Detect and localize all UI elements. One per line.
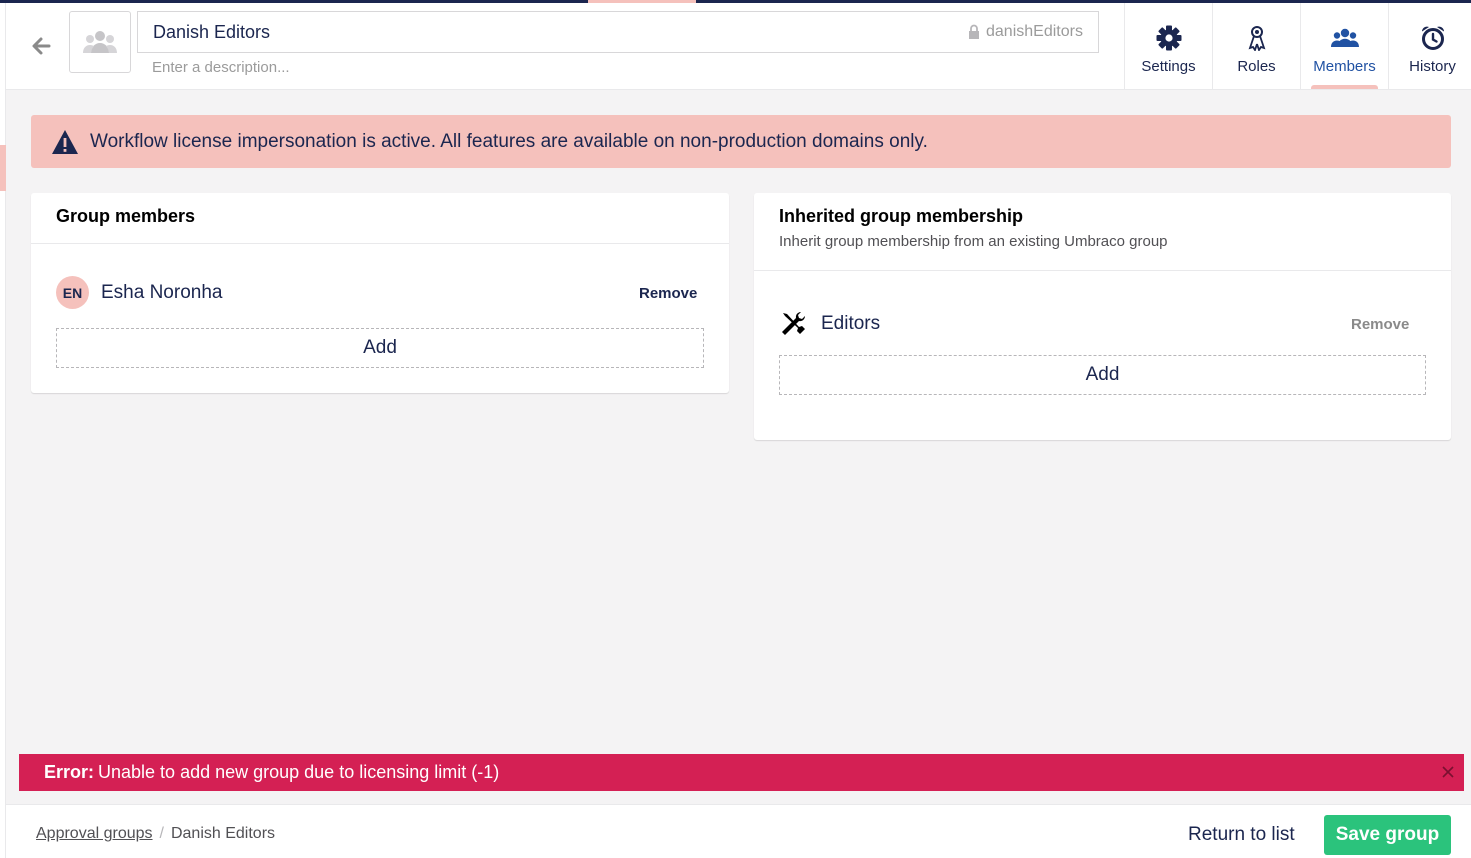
users-icon	[1330, 24, 1359, 52]
group-members-header: Group members	[31, 193, 729, 244]
tab-roles[interactable]: Roles	[1212, 3, 1300, 89]
error-prefix: Error:	[44, 762, 95, 782]
member-name: Esha Noronha	[101, 281, 223, 303]
alias-text: danishEditors	[986, 23, 1083, 40]
lock-icon	[969, 24, 979, 39]
editor-tabs: Settings Roles Members History	[1124, 3, 1471, 89]
save-group-button[interactable]: Save group	[1324, 815, 1451, 855]
close-icon[interactable]	[1440, 764, 1456, 780]
banner-text: Workflow license impersonation is active…	[90, 130, 928, 152]
inherited-header: Inherited group membership Inherit group…	[754, 193, 1451, 271]
breadcrumb-current: Danish Editors	[170, 825, 276, 842]
inherited-group-name: Editors	[821, 313, 881, 334]
tools-icon	[782, 311, 806, 335]
inherited-subtitle: Inherit group membership from an existin…	[779, 233, 1168, 250]
inherited-title: Inherited group membership	[779, 206, 1024, 226]
group-icon-picker[interactable]	[69, 11, 131, 73]
left-edge	[0, 3, 6, 858]
tab-members-label: Members	[1313, 58, 1376, 75]
list-item: EN Esha Noronha	[56, 276, 222, 309]
tab-history[interactable]: History	[1388, 3, 1471, 89]
add-inherited-button[interactable]: Add	[779, 355, 1426, 395]
group-members-title: Group members	[56, 206, 196, 226]
error-notification: Error: Unable to add new group due to li…	[19, 754, 1464, 791]
tab-members[interactable]: Members	[1300, 3, 1388, 89]
breadcrumb-approval-groups[interactable]: Approval groups	[36, 825, 153, 843]
tab-roles-label: Roles	[1237, 58, 1276, 75]
tab-settings-label: Settings	[1141, 58, 1196, 75]
editor-header: danishEditors Settings	[6, 3, 1471, 90]
license-warning-banner: Workflow license impersonation is active…	[31, 115, 1451, 168]
alarm-clock-icon	[1419, 24, 1447, 52]
editor-footer: Approval groups / Danish Editors Return …	[6, 804, 1471, 858]
breadcrumb-separator: /	[159, 825, 164, 842]
group-name-input[interactable]	[137, 11, 1099, 53]
alias-field[interactable]: danishEditors	[968, 21, 1083, 43]
error-message: Unable to add new group due to licensing…	[98, 762, 500, 782]
roles-icon	[1243, 24, 1271, 52]
gear-icon	[1155, 24, 1183, 52]
inherited-membership-card: Inherited group membership Inherit group…	[754, 193, 1451, 440]
remove-member-button[interactable]: Remove	[639, 285, 697, 302]
tab-history-label: History	[1409, 58, 1456, 75]
users-icon	[83, 31, 117, 53]
return-to-list-button[interactable]: Return to list	[1176, 815, 1307, 855]
add-member-button[interactable]: Add	[56, 328, 704, 368]
left-edge-marker	[0, 145, 6, 191]
description-input[interactable]	[137, 55, 937, 79]
list-item: Editors	[779, 310, 880, 338]
group-members-card: Group members EN Esha Noronha Remove Add	[31, 193, 729, 393]
back-arrow-icon[interactable]	[28, 33, 54, 59]
avatar: EN	[56, 276, 89, 309]
warning-icon	[52, 129, 78, 154]
tab-settings[interactable]: Settings	[1124, 3, 1212, 89]
remove-inherited-button[interactable]: Remove	[1351, 316, 1409, 333]
breadcrumb: Approval groups / Danish Editors	[36, 825, 275, 843]
